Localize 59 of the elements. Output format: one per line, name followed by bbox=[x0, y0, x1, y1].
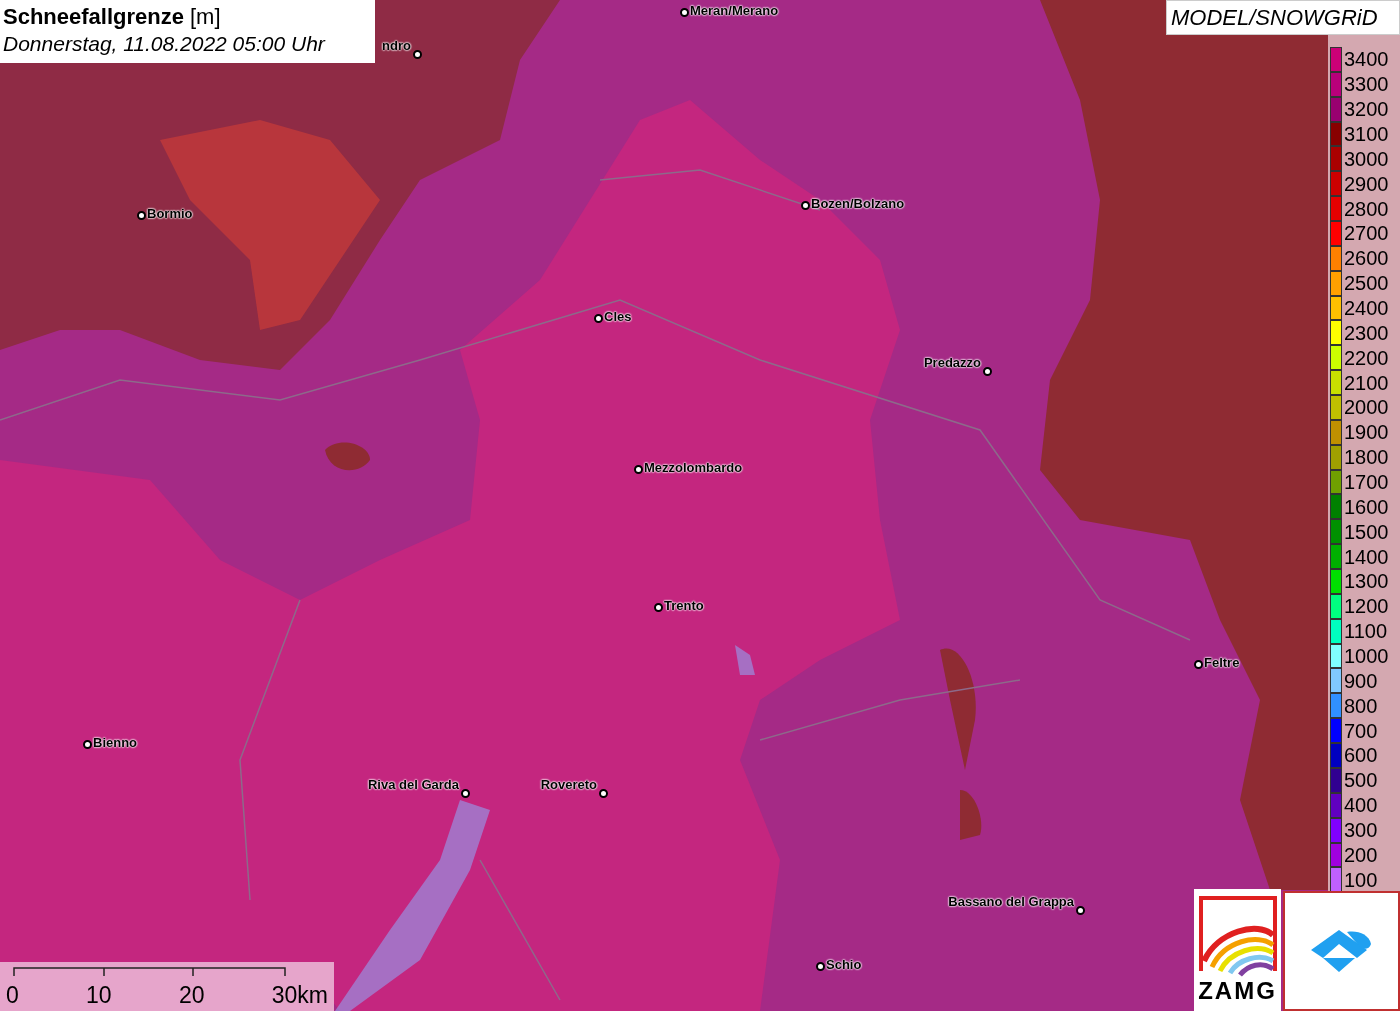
legend-label: 1000 bbox=[1344, 646, 1389, 667]
legend-label: 2400 bbox=[1344, 298, 1389, 318]
scale-ruler-icon bbox=[13, 967, 286, 976]
legend-label: 200 bbox=[1344, 844, 1378, 865]
unit-label: [m] bbox=[189, 3, 221, 30]
city-label: Predazzo bbox=[923, 356, 981, 369]
map-title: Schneefallgrenze bbox=[3, 3, 184, 30]
legend-label: 2900 bbox=[1344, 173, 1389, 194]
legend-label: 1400 bbox=[1344, 546, 1389, 567]
city-label: Cles bbox=[604, 310, 632, 323]
scale-label: 30km bbox=[271, 982, 328, 1009]
scale-label: 20 bbox=[178, 982, 205, 1009]
legend-label: 2100 bbox=[1344, 372, 1389, 393]
city-label: Riva del Garda bbox=[367, 778, 459, 791]
city-label: Feltre bbox=[1204, 656, 1240, 669]
legend-label: 1200 bbox=[1344, 596, 1389, 617]
city-label: Meran/Merano bbox=[690, 4, 779, 17]
legend-label: 3400 bbox=[1344, 49, 1389, 70]
legend-label: 2600 bbox=[1344, 248, 1389, 269]
legend-label: 2700 bbox=[1344, 223, 1389, 244]
legend-label: 600 bbox=[1344, 745, 1378, 766]
source-label: MODEL/SNOWGRiD bbox=[1166, 0, 1400, 35]
legend-label: 800 bbox=[1344, 695, 1378, 716]
legend-label: 3200 bbox=[1344, 99, 1389, 120]
legend-label: 2500 bbox=[1344, 273, 1389, 294]
city-label: Bormio bbox=[147, 207, 193, 220]
legend-label: 400 bbox=[1344, 795, 1378, 816]
legend-label: 1700 bbox=[1344, 472, 1389, 493]
legend-label: 1100 bbox=[1344, 621, 1387, 642]
legend-label: 2300 bbox=[1344, 322, 1389, 343]
legend-label: 300 bbox=[1344, 820, 1378, 841]
city-label: Mezzolombardo bbox=[644, 461, 743, 474]
city-label: Bozen/Bolzano bbox=[811, 197, 905, 210]
legend-label: 3300 bbox=[1344, 74, 1389, 95]
legend-label: 1800 bbox=[1344, 447, 1389, 468]
legend-label: 1600 bbox=[1344, 496, 1389, 517]
legend-label: 2000 bbox=[1344, 397, 1389, 418]
city-label: Bassano del Grappa bbox=[948, 895, 1074, 908]
legend-label: 3000 bbox=[1344, 148, 1389, 169]
legend-label: 900 bbox=[1344, 670, 1378, 691]
legend-label: 1300 bbox=[1344, 571, 1389, 592]
legend-label: 100 bbox=[1344, 869, 1378, 890]
scale-label: 10 bbox=[86, 982, 112, 1009]
city-label: Bienno bbox=[93, 736, 138, 749]
legend-label: 1500 bbox=[1344, 521, 1389, 542]
legend-label: 2800 bbox=[1344, 198, 1389, 219]
city-label: ndro bbox=[382, 39, 411, 52]
city-label: Schio bbox=[826, 958, 862, 971]
legend-label: 3100 bbox=[1344, 124, 1389, 144]
legend-label: 700 bbox=[1344, 720, 1378, 741]
legend-label: 500 bbox=[1344, 770, 1378, 791]
logo-text: ZAMG bbox=[1198, 977, 1277, 1005]
legend-label: 1900 bbox=[1344, 422, 1389, 443]
rainbow-icon bbox=[1197, 895, 1278, 977]
scale-label: 0 bbox=[6, 982, 19, 1009]
date-label: Donnerstag, 11.08.2022 05:00 Uhr bbox=[3, 31, 327, 57]
city-label: Trento bbox=[664, 599, 704, 612]
legend-label: 2200 bbox=[1344, 347, 1389, 368]
city-label: Rovereto bbox=[540, 778, 597, 791]
